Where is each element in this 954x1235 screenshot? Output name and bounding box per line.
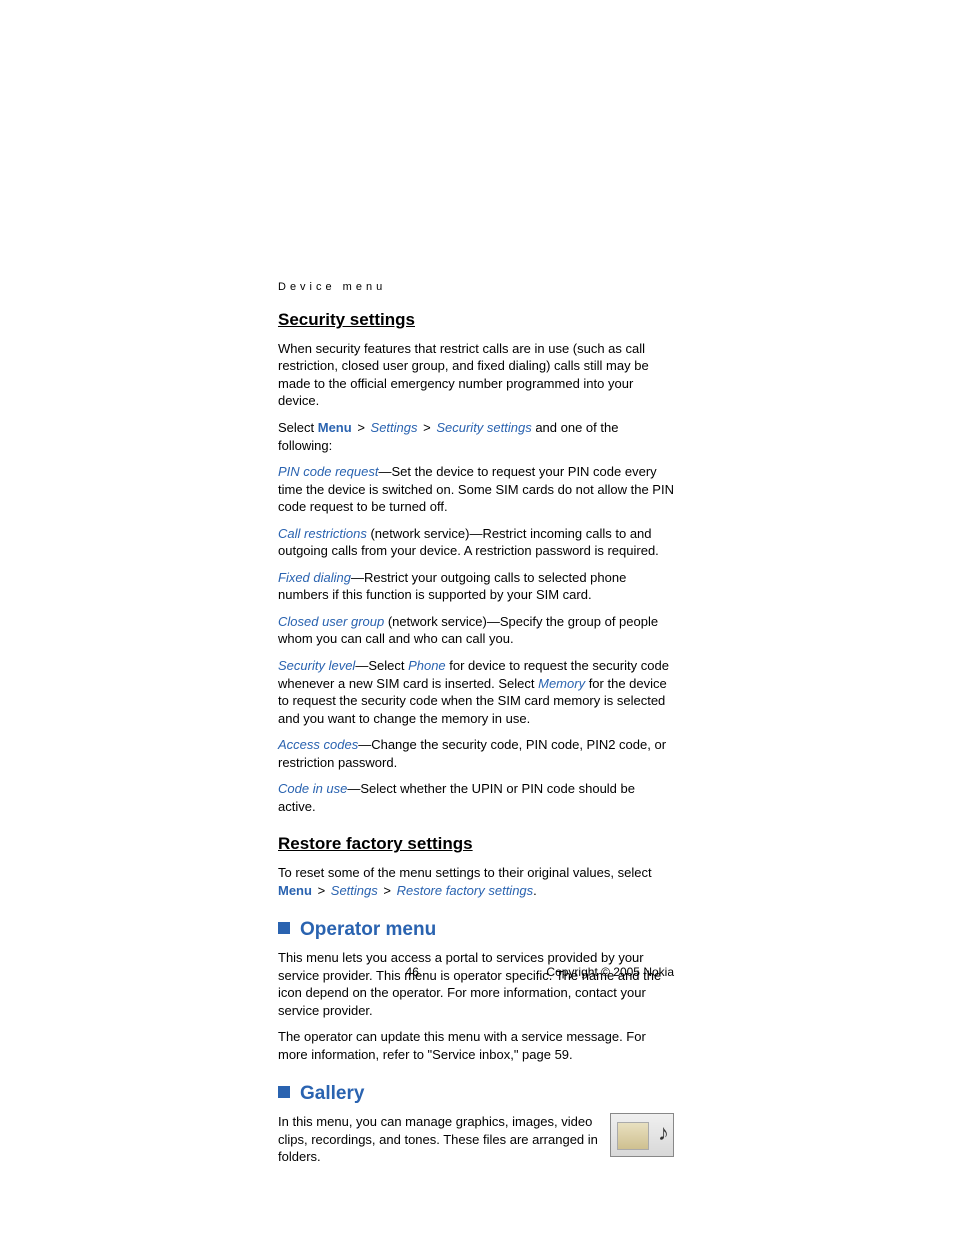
text: . — [533, 883, 537, 898]
term: Fixed dialing — [278, 570, 351, 585]
item-closed-user-group: Closed user group (network service)—Spec… — [278, 613, 674, 648]
term: PIN code request — [278, 464, 378, 479]
page-number: 46 — [406, 964, 419, 980]
security-intro: When security features that restrict cal… — [278, 340, 674, 410]
term: Closed user group — [278, 614, 384, 629]
heading-restore-factory: Restore factory settings — [278, 833, 674, 856]
square-bullet-icon — [278, 922, 290, 934]
security-settings-link[interactable]: Security settings — [436, 420, 531, 435]
item-security-level: Security level—Select Phone for device t… — [278, 657, 674, 727]
term: Access codes — [278, 737, 358, 752]
settings-link[interactable]: Settings — [371, 420, 418, 435]
operator-p1: This menu lets you access a portal to se… — [278, 949, 674, 1019]
item-call-restrictions: Call restrictions (network service)—Rest… — [278, 525, 674, 560]
separator: > — [352, 420, 371, 435]
text: —Select — [355, 658, 408, 673]
heading-operator-menu: Operator menu — [278, 917, 674, 943]
item-pin-code-request: PIN code request—Set the device to reque… — [278, 463, 674, 516]
restore-factory-link[interactable]: Restore factory settings — [397, 883, 534, 898]
restore-text: To reset some of the menu settings to th… — [278, 864, 674, 899]
gallery-row: In this menu, you can manage graphics, i… — [278, 1113, 674, 1175]
phone-option: Phone — [408, 658, 446, 673]
square-bullet-icon — [278, 1086, 290, 1098]
item-access-codes: Access codes—Change the security code, P… — [278, 736, 674, 771]
page-footer: 46 Copyright © 2005 Nokia — [278, 964, 674, 980]
separator: > — [312, 883, 331, 898]
text: To reset some of the menu settings to th… — [278, 865, 652, 880]
document-page: Device menu Security settings When secur… — [0, 0, 954, 1235]
separator: > — [418, 420, 437, 435]
item-code-in-use: Code in use—Select whether the UPIN or P… — [278, 780, 674, 815]
memory-option: Memory — [538, 676, 585, 691]
settings-link[interactable]: Settings — [331, 883, 378, 898]
heading-text: Operator menu — [300, 919, 436, 940]
breadcrumb: Device menu — [278, 280, 674, 295]
heading-text: Gallery — [300, 1083, 364, 1104]
heading-gallery: Gallery — [278, 1081, 674, 1107]
menu-label: Menu — [278, 883, 312, 898]
gallery-p1: In this menu, you can manage graphics, i… — [278, 1113, 598, 1166]
security-select-line: Select Menu > Settings > Security settin… — [278, 419, 674, 454]
text: Select — [278, 420, 318, 435]
operator-p2: The operator can update this menu with a… — [278, 1028, 674, 1063]
copyright-text: Copyright © 2005 Nokia — [546, 964, 674, 980]
term: Code in use — [278, 781, 347, 796]
heading-security-settings: Security settings — [278, 309, 674, 332]
menu-label: Menu — [318, 420, 352, 435]
gallery-icon — [610, 1113, 674, 1157]
term: Security level — [278, 658, 355, 673]
separator: > — [378, 883, 397, 898]
item-fixed-dialing: Fixed dialing—Restrict your outgoing cal… — [278, 569, 674, 604]
term: Call restrictions — [278, 526, 367, 541]
